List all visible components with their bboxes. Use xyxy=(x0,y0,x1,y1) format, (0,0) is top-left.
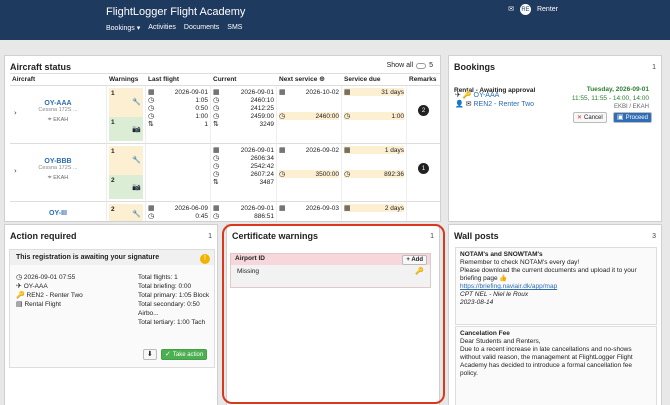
bookings-panel: Bookings 1 Rental - Awaiting approval Tu… xyxy=(448,55,662,222)
current-cell: ▦ 2026-09-01 ◷ 2460:10 ◷ 2412:25 ◷ 2459:00 ⇅… xyxy=(211,86,277,144)
aircraft-registration[interactable]: OY-AAA xyxy=(12,100,104,107)
location-icon: ⌖ xyxy=(47,173,52,181)
current-cell: ▦ 2026-09-01 ◷ 2606:34 ◷ 2542:42 ◷ 2607:24 ⇅… xyxy=(211,144,277,202)
aircraft-model: Cessna 172S ... xyxy=(38,107,78,113)
aircraft-table: Aircraft Warnings Last flight Current Ne… xyxy=(10,73,440,221)
booking-route: EKBI / EKAH xyxy=(613,104,649,110)
camera-icon: 📷 xyxy=(132,124,141,133)
nav-sms[interactable]: SMS xyxy=(227,24,242,32)
booking-aircraft-line: ✈ 🔑 OY-AAA xyxy=(455,91,500,100)
remarks-cell[interactable]: 1 xyxy=(407,144,440,202)
aircraft-cell[interactable]: › OY-AAA Cessna 172S ... ⌖ EKAH xyxy=(10,86,107,144)
col-last-flight: Last flight xyxy=(146,74,211,86)
col-aircraft: Aircraft xyxy=(10,74,107,86)
main-nav: Bookings ▾ Activities Documents SMS xyxy=(106,24,242,32)
user-area: ✉ RE Renter xyxy=(508,4,558,15)
wrench-icon: 🔧 xyxy=(132,209,141,218)
panel-title: Bookings xyxy=(454,62,496,72)
nav-bookings[interactable]: Bookings ▾ xyxy=(106,24,140,32)
aircraft-model: Cessna 172S ... xyxy=(38,165,78,171)
action-stats: Total flights: 1 Total briefing: 0:00 To… xyxy=(138,274,210,326)
selection-highlight xyxy=(222,224,445,404)
home-base: ⌖ EKAH xyxy=(47,173,69,182)
next-service-cell: ▦ 2026-10-02 ◷ 2460:00 xyxy=(277,86,342,144)
avatar[interactable]: RE xyxy=(519,4,531,15)
location-icon: ⌖ xyxy=(47,115,52,123)
remark-badge[interactable]: 1 xyxy=(418,163,429,174)
last-flight-cell: ▦ 2026-09-01 ◷ 1:05 ◷ 0:50 ◷ 1:00 ⇅ 1 xyxy=(146,86,211,144)
action-required-panel: Action required 1 This registration is a… xyxy=(4,224,218,405)
current-cell: ▦ 2026-09-01 ◷ 886:51 xyxy=(211,202,277,221)
col-warnings: Warnings xyxy=(107,74,146,86)
booking-time: 11:55, 11:55 - 14:00, 14:00 xyxy=(571,95,649,102)
next-service-cell: ▦ 2026-09-03 xyxy=(277,202,342,221)
user-name[interactable]: Renter xyxy=(537,6,558,13)
warnings-cell: 1 🔧 1 📷 xyxy=(107,86,146,144)
col-remarks: Remarks xyxy=(407,74,440,86)
person-icon: 👤 xyxy=(455,100,464,108)
next-service-cell: ▦ 2026-09-02 ◷ 3500:00 xyxy=(277,144,342,202)
plane-icon: ✈ xyxy=(455,91,461,99)
service-due-cell: ▦ 1 days ◷ 892:36 xyxy=(342,144,407,202)
aircraft-cell[interactable]: › OY-BBB Cessna 172S ... ⌖ EKAH xyxy=(10,144,107,202)
aircraft-registration[interactable]: OY-III xyxy=(12,210,104,217)
nav-activities[interactable]: Activities xyxy=(148,24,176,32)
action-message: This registration is awaiting your signa… xyxy=(10,250,214,265)
take-action-button[interactable]: ✓ Take action xyxy=(161,349,208,360)
remarks-cell[interactable]: 2 xyxy=(407,86,440,144)
panel-count: 1 xyxy=(652,64,656,71)
col-service-due: Service due xyxy=(342,74,407,86)
wrench-icon: 🔧 xyxy=(132,156,141,164)
wall-post: Cancelation Fee Dear Students and Renter… xyxy=(455,326,657,405)
service-due-cell: ▦ 2 days xyxy=(342,202,407,221)
wrench-icon: 🔧 xyxy=(132,98,141,106)
warnings-cell: 1 🔧 2 📷 xyxy=(107,144,146,202)
cancel-button[interactable]: ✕ Cancel xyxy=(573,112,607,123)
mail-icon[interactable]: ✉ xyxy=(508,6,514,13)
panel-count: 3 xyxy=(652,233,656,240)
last-flight-cell xyxy=(146,144,211,202)
download-button[interactable]: ⬇ xyxy=(143,349,157,360)
show-all-toggle[interactable]: Show all 5 xyxy=(387,62,433,69)
remarks-cell[interactable] xyxy=(407,202,440,221)
warning-icon: ! xyxy=(200,254,210,264)
last-flight-cell: ▦ 2026-06-09 ◷ 0:45 xyxy=(146,202,211,221)
wall-posts-panel: Wall posts 3 NOTAM's and SNOWTAM's Remem… xyxy=(448,224,662,405)
service-due-cell: ▦ 31 days ◷ 1:00 xyxy=(342,86,407,144)
panel-count: 1 xyxy=(208,233,212,240)
booking-person-line: 👤 ✉ REN2 - Renter Two xyxy=(455,100,535,109)
aircraft-registration[interactable]: OY-BBB xyxy=(12,158,104,165)
warnings-cell: 2 🔧 xyxy=(107,202,146,221)
booking-date: Tuesday, 2026-09-01 xyxy=(586,86,649,93)
proceed-button[interactable]: ▣ Proceed xyxy=(613,112,652,123)
briefing-link[interactable]: https://briefing.naviair.dk/app/map xyxy=(460,283,652,291)
wall-post: NOTAM's and SNOWTAM's Remember to check … xyxy=(455,247,657,325)
panel-title: Action required xyxy=(10,231,77,241)
camera-icon: 📷 xyxy=(132,182,141,191)
home-base: ⌖ EKAH xyxy=(47,115,69,124)
col-next-service: Next service ⊕ xyxy=(277,74,342,86)
aircraft-cell[interactable]: OY-III xyxy=(10,202,107,221)
panel-title: Wall posts xyxy=(454,231,499,241)
remark-badge[interactable]: 2 xyxy=(418,105,429,116)
top-navigation: FlightLogger Flight Academy Bookings ▾ A… xyxy=(0,0,670,40)
app-title[interactable]: FlightLogger Flight Academy xyxy=(106,6,245,18)
aircraft-status-panel: Aircraft status Show all 5 Aircraft Warni… xyxy=(4,55,441,222)
nav-documents[interactable]: Documents xyxy=(184,24,219,32)
col-current: Current xyxy=(211,74,277,86)
panel-title: Aircraft status xyxy=(10,62,72,72)
download-icon: ⬇ xyxy=(147,350,153,358)
action-details: ◷ 2026-09-01 07:55 ✈ OY-AAA 🔑 REN2 - Ren… xyxy=(16,273,83,309)
